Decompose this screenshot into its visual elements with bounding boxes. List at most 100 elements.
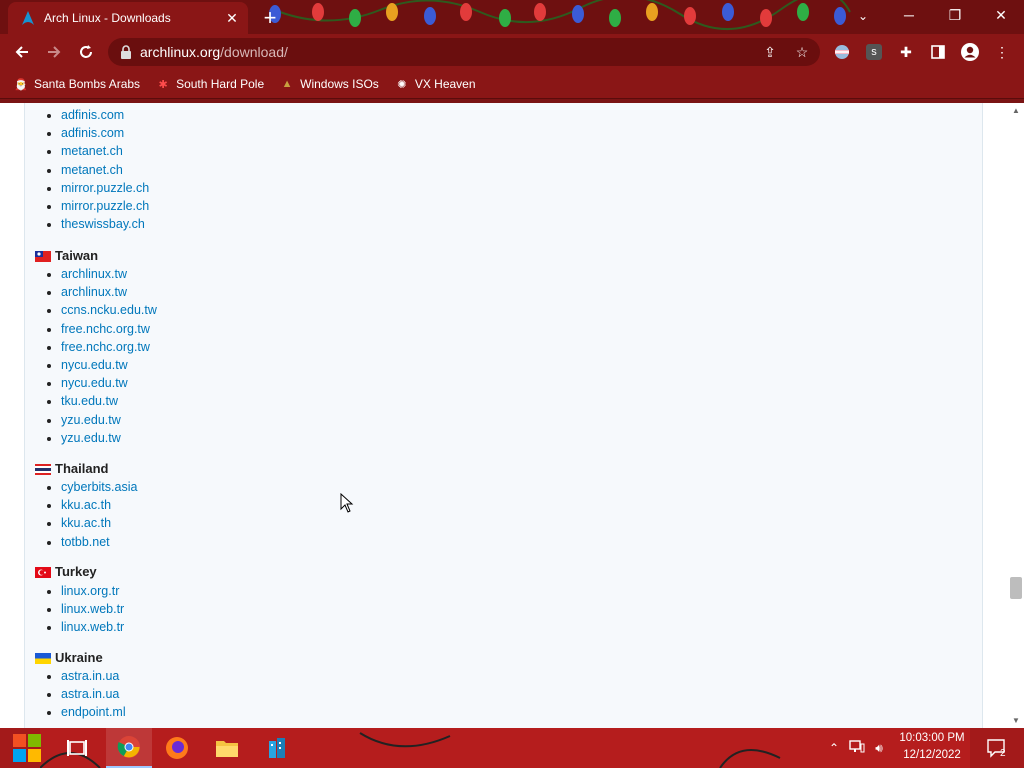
tab-close-icon[interactable]: ✕ bbox=[222, 8, 242, 28]
list-item: yzu.edu.tw bbox=[61, 411, 157, 429]
thailand-mirror-list: cyberbits.asia kku.ac.th kku.ac.th totbb… bbox=[43, 478, 137, 551]
list-item: metanet.ch bbox=[61, 161, 149, 179]
notification-center-button[interactable]: 2 bbox=[976, 728, 1016, 768]
list-item: theswissbay.ch bbox=[61, 215, 149, 233]
mirror-link[interactable]: ccns.ncku.edu.tw bbox=[61, 303, 157, 317]
chrome-icon bbox=[117, 736, 140, 758]
list-item: kku.ac.th bbox=[61, 496, 137, 514]
extensions-puzzle-icon[interactable]: ✚ bbox=[896, 42, 916, 62]
mirror-link[interactable]: kku.ac.th bbox=[61, 516, 111, 530]
ukraine-mirror-list: astra.in.ua astra.in.ua endpoint.ml bbox=[43, 667, 126, 722]
mirror-link[interactable]: linux.web.tr bbox=[61, 602, 124, 616]
scroll-down-arrow-icon[interactable]: ▼ bbox=[1008, 714, 1024, 726]
bookmark-star-icon[interactable]: ☆ bbox=[792, 42, 812, 62]
list-item: cyberbits.asia bbox=[61, 478, 137, 496]
list-item: free.nchc.org.tw bbox=[61, 338, 157, 356]
mirror-link[interactable]: astra.in.ua bbox=[61, 669, 119, 683]
browser-toolbar: archlinux.org/download/ ⇪ ☆ s ✚ ⋮ bbox=[0, 34, 1024, 70]
mirror-link[interactable]: archlinux.tw bbox=[61, 267, 127, 281]
mirror-link[interactable]: archlinux.tw bbox=[61, 285, 127, 299]
windows-taskbar: ⌃ 🔊︎ 10:03:00 PM 12/12/2022 2 bbox=[0, 728, 1024, 768]
mirror-link[interactable]: yzu.edu.tw bbox=[61, 431, 121, 445]
building-app-icon bbox=[269, 738, 285, 758]
mirror-link[interactable]: nycu.edu.tw bbox=[61, 376, 128, 390]
mirror-link[interactable]: mirror.puzzle.ch bbox=[61, 181, 149, 195]
taiwan-mirror-list: archlinux.tw archlinux.tw ccns.ncku.edu.… bbox=[43, 265, 157, 447]
mirror-link[interactable]: cyberbits.asia bbox=[61, 480, 137, 494]
mirror-link[interactable]: tku.edu.tw bbox=[61, 394, 118, 408]
list-item: linux.web.tr bbox=[61, 618, 124, 636]
mirror-link[interactable]: linux.org.tr bbox=[61, 584, 119, 598]
list-item: archlinux.tw bbox=[61, 265, 157, 283]
profile-avatar-icon[interactable] bbox=[960, 42, 980, 62]
mirror-link[interactable]: yzu.edu.tw bbox=[61, 413, 121, 427]
tab-search-chevron-icon[interactable]: ⌄ bbox=[850, 4, 876, 28]
mirror-link[interactable]: linux.web.tr bbox=[61, 620, 124, 634]
mirror-link[interactable]: adfinis.com bbox=[61, 126, 124, 140]
windows-logo-icon bbox=[13, 734, 41, 762]
reload-icon[interactable] bbox=[74, 40, 98, 64]
arch-linux-icon bbox=[22, 11, 34, 25]
extension-s-icon[interactable]: s bbox=[864, 42, 884, 62]
network-icon[interactable] bbox=[846, 739, 868, 757]
mirror-link[interactable]: metanet.ch bbox=[61, 144, 123, 158]
taskbar-clock[interactable]: 10:03:00 PM 12/12/2022 bbox=[896, 730, 968, 764]
country-heading-taiwan: Taiwan bbox=[35, 248, 98, 263]
country-heading-ukraine: Ukraine bbox=[35, 650, 103, 665]
vertical-scrollbar[interactable] bbox=[1008, 103, 1024, 728]
folder-icon bbox=[216, 741, 238, 757]
taskbar-file-explorer[interactable] bbox=[204, 728, 250, 768]
lock-icon[interactable] bbox=[120, 45, 132, 59]
chevron-up-icon[interactable]: ⌃ bbox=[826, 741, 842, 755]
list-item: astra.in.ua bbox=[61, 685, 126, 703]
scrollbar-thumb[interactable] bbox=[1010, 577, 1022, 599]
mirror-link[interactable]: kku.ac.th bbox=[61, 498, 111, 512]
mirror-link[interactable]: free.nchc.org.tw bbox=[61, 322, 150, 336]
close-window-icon[interactable]: ✕ bbox=[978, 0, 1024, 30]
menu-kebab-icon[interactable]: ⋮ bbox=[992, 42, 1012, 62]
start-button[interactable] bbox=[4, 728, 50, 768]
side-panel-icon[interactable] bbox=[928, 42, 948, 62]
taskbar-firefox[interactable] bbox=[154, 728, 200, 768]
mirror-link[interactable]: astra.in.ua bbox=[61, 687, 119, 701]
restore-icon[interactable]: ❐ bbox=[932, 0, 978, 30]
mirror-link[interactable]: free.nchc.org.tw bbox=[61, 340, 150, 354]
santa-icon: 🎅 bbox=[14, 78, 28, 91]
list-item: linux.org.tr bbox=[61, 582, 124, 600]
mirror-link[interactable]: totbb.net bbox=[61, 535, 110, 549]
address-bar[interactable]: archlinux.org/download/ bbox=[108, 38, 820, 66]
list-item: ccns.ncku.edu.tw bbox=[61, 301, 157, 319]
mirror-link[interactable]: theswissbay.ch bbox=[61, 217, 145, 231]
list-item: astra.in.ua bbox=[61, 667, 126, 685]
mirror-link[interactable]: adfinis.com bbox=[61, 108, 124, 122]
list-item: nycu.edu.tw bbox=[61, 374, 157, 392]
clock-date: 12/12/2022 bbox=[903, 749, 961, 761]
task-view-button[interactable] bbox=[54, 728, 100, 768]
mirror-link[interactable]: mirror.puzzle.ch bbox=[61, 199, 149, 213]
switzerland-mirror-list: adfinis.com adfinis.com metanet.ch metan… bbox=[43, 106, 149, 233]
scroll-up-arrow-icon[interactable]: ▲ bbox=[1008, 104, 1024, 116]
mirror-link[interactable]: nycu.edu.tw bbox=[61, 358, 128, 372]
new-tab-button[interactable]: + bbox=[258, 5, 282, 30]
bookmark-windows-isos[interactable]: ▲ Windows ISOs bbox=[280, 77, 379, 91]
page-content: adfinis.com adfinis.com metanet.ch metan… bbox=[0, 103, 1024, 728]
taskbar-chrome[interactable] bbox=[106, 728, 152, 768]
minimize-icon[interactable]: ─ bbox=[886, 0, 932, 30]
snowflake-icon: ✱ bbox=[158, 78, 168, 91]
volume-icon[interactable]: 🔊︎ bbox=[868, 741, 890, 756]
taskbar-app-building[interactable] bbox=[254, 728, 300, 768]
mirror-link[interactable]: metanet.ch bbox=[61, 163, 123, 177]
back-icon[interactable] bbox=[10, 40, 34, 64]
list-item: kku.ac.th bbox=[61, 514, 137, 532]
notification-count: 2 bbox=[1000, 748, 1006, 759]
list-item: tku.edu.tw bbox=[61, 392, 157, 410]
bookmark-south-hard-pole[interactable]: ✱ South Hard Pole bbox=[156, 77, 264, 91]
bookmark-santa-bombs-arabs[interactable]: 🎅 Santa Bombs Arabs bbox=[14, 77, 140, 91]
bookmark-vx-heaven[interactable]: ✺ VX Heaven bbox=[395, 77, 475, 91]
mirror-link[interactable]: endpoint.ml bbox=[61, 705, 126, 719]
tab-arch-linux-downloads[interactable]: Arch Linux - Downloads ✕ bbox=[8, 2, 248, 34]
forward-icon[interactable] bbox=[42, 40, 66, 64]
share-icon[interactable]: ⇪ bbox=[760, 42, 780, 62]
extension-flag-icon[interactable] bbox=[832, 42, 852, 62]
list-item: archlinux.tw bbox=[61, 283, 157, 301]
